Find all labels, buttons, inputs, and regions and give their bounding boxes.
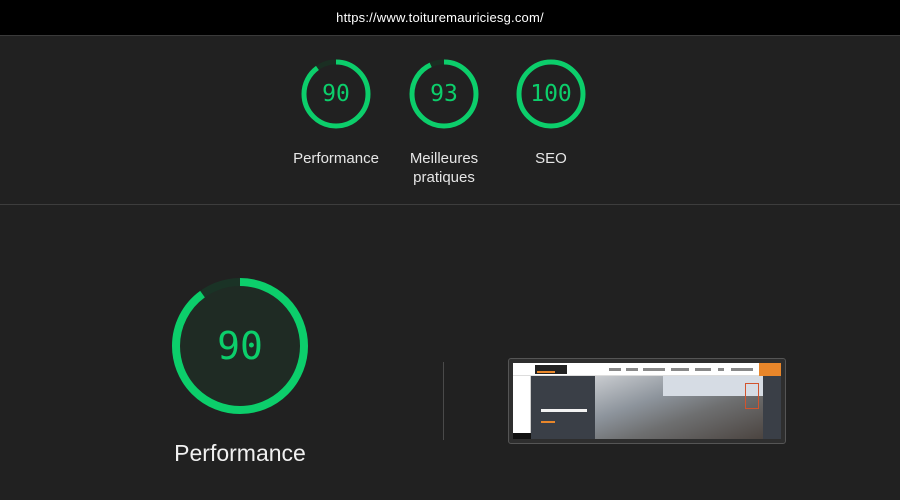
preview-sidebar	[513, 376, 531, 439]
gauge-ring-large: 90	[170, 276, 310, 416]
gauge-score-large: 90	[217, 324, 263, 368]
preview-cta-button	[759, 363, 781, 376]
preview-nav-link	[695, 368, 711, 371]
gauge-label-line: Performance	[293, 150, 379, 167]
preview-nav-link	[643, 368, 665, 371]
preview-hero-heading	[541, 409, 587, 412]
url-bar[interactable]: https://www.toiturem​auriciesg.com/	[0, 0, 900, 36]
final-screenshot-thumbnail[interactable]	[508, 358, 786, 444]
gauge-label: SEO	[496, 149, 606, 168]
gauge-label-line: Meilleures	[409, 150, 479, 167]
preview-footer-strip	[513, 433, 531, 439]
gauge-score: 100	[530, 81, 572, 107]
website-preview-image	[513, 363, 781, 439]
gauge-seo[interactable]: 100 SEO	[491, 58, 611, 168]
preview-navbar	[513, 363, 781, 376]
preview-hero-button	[541, 421, 555, 423]
gauge-label-line: pratiques	[413, 169, 475, 186]
gauge-best-practices[interactable]: 93 Meilleures pratiques	[384, 58, 504, 187]
preview-nav-link	[671, 368, 689, 371]
performance-title: Performance	[174, 440, 306, 466]
preview-nav-link	[718, 368, 724, 371]
gauge-performance[interactable]: 90 Performance	[276, 58, 396, 168]
gauge-label: Performance	[281, 149, 391, 168]
preview-scaffold	[745, 383, 759, 409]
gauge-label: Meilleures pratiques	[389, 149, 499, 187]
gauge-ring: 100	[515, 58, 587, 130]
gauge-label-line: SEO	[535, 150, 567, 167]
performance-detail: 90 Performance	[0, 206, 900, 500]
vertical-divider	[443, 362, 444, 440]
gauge-score: 90	[322, 81, 350, 107]
gauge-score: 93	[430, 81, 458, 107]
url-text: https://www.toiturem​auriciesg.com/	[336, 10, 544, 25]
preview-nav-link	[609, 368, 621, 371]
score-summary: 90 Performance 93 Meilleures pratiques 1…	[0, 36, 900, 205]
preview-nav-link	[626, 368, 638, 371]
gauge-ring: 93	[408, 58, 480, 130]
performance-gauge-large: 90 Performance	[170, 276, 310, 467]
preview-nav-link	[731, 368, 753, 371]
gauge-ring: 90	[300, 58, 372, 130]
preview-logo-accent	[537, 371, 555, 373]
